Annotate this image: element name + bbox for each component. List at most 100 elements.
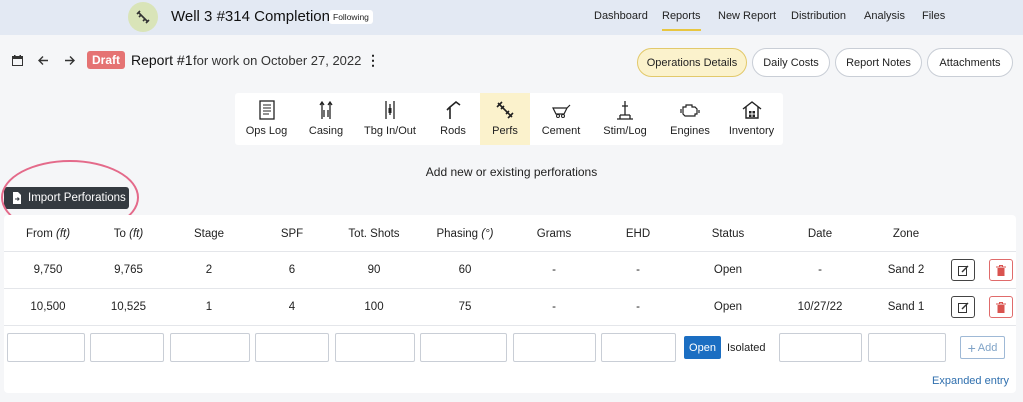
cell-zone: Sand 1 [887, 301, 925, 313]
tool-ops-log[interactable]: Ops Log [240, 93, 293, 145]
delete-button[interactable] [989, 296, 1013, 318]
nav-distribution[interactable]: Distribution [791, 10, 846, 22]
tool-label: Casing [308, 125, 344, 137]
nav-new-report[interactable]: New Report [718, 10, 776, 22]
column-header-zone: Zone [892, 228, 920, 240]
column-header-ehd: EHD [625, 228, 651, 240]
arrow-left-icon[interactable] [35, 52, 51, 68]
cell-status: Open [713, 264, 743, 276]
tool-rods[interactable]: Rods [429, 93, 477, 145]
perfs-icon [496, 101, 514, 119]
cell-from: 10,500 [30, 301, 66, 313]
report-title: Report #1 [131, 52, 193, 68]
nav-dashboard[interactable]: Dashboard [594, 10, 648, 22]
ehd-input[interactable] [601, 333, 676, 362]
well-logo-icon [128, 2, 158, 32]
column-header-tot-shots: Tot. Shots [348, 228, 400, 240]
perforations-table: From (ft) To (ft) Stage SPF Tot. Shots P… [4, 215, 1016, 393]
tool-label: Cement [541, 125, 581, 137]
stim-log-icon [617, 101, 633, 120]
grams-input[interactable] [513, 333, 596, 362]
tool-perfs[interactable]: Perfs [480, 93, 530, 145]
following-badge[interactable]: Following [329, 10, 373, 24]
tab-report-notes[interactable]: Report Notes [835, 48, 922, 77]
tool-label: Engines [670, 125, 710, 137]
add-label: Add [977, 341, 998, 354]
tool-stim-log[interactable]: Stim/Log [594, 93, 656, 145]
tool-tbg-in-out[interactable]: Tbg In/Out [359, 93, 421, 145]
cell-status: Open [713, 301, 743, 313]
row-divider [4, 251, 1016, 252]
section-title: Add new or existing perforations [425, 165, 598, 179]
add-button[interactable]: + Add [960, 336, 1005, 359]
cell-ehd: - [636, 301, 640, 313]
cell-shots: 100 [364, 301, 384, 313]
nav-analysis[interactable]: Analysis [864, 10, 905, 22]
cell-stage: 1 [205, 301, 213, 313]
column-header-date: Date [807, 228, 833, 240]
file-import-icon [13, 192, 21, 204]
tab-daily-costs[interactable]: Daily Costs [752, 48, 830, 77]
edit-icon [957, 265, 968, 276]
tool-label: Rods [440, 125, 466, 137]
row-divider [4, 288, 1016, 289]
column-header-to: To (ft) [113, 228, 144, 240]
cell-to: 9,765 [114, 264, 143, 276]
spf-input[interactable] [255, 333, 329, 362]
tab-operations-details[interactable]: Operations Details [637, 48, 747, 77]
top-navbar: Well 3 #314 Completion Following Dashboa… [0, 0, 1023, 35]
tool-strip: Ops Log Casing Tbg In/Out Rods Perfs Cem… [235, 93, 783, 145]
delete-button[interactable] [989, 259, 1013, 281]
from-input[interactable] [7, 333, 85, 362]
report-subtitle: for work on October 27, 2022 [193, 53, 362, 68]
more-options-icon[interactable]: ⋮ [366, 52, 380, 69]
nav-files[interactable]: Files [922, 10, 945, 22]
well-title: Well 3 #314 Completion [171, 8, 330, 25]
cell-grams: - [552, 301, 556, 313]
tool-inventory[interactable]: Inventory [724, 93, 779, 145]
cell-spf: 4 [288, 301, 296, 313]
date-input[interactable] [779, 333, 862, 362]
column-header-phasing: Phasing (°) [436, 228, 494, 240]
trash-icon [996, 264, 1006, 276]
tool-casing[interactable]: Casing [301, 93, 351, 145]
calendar-icon[interactable] [9, 52, 25, 68]
tool-label: Perfs [492, 125, 518, 137]
tool-cement[interactable]: Cement [535, 93, 587, 145]
tool-label: Inventory [728, 125, 775, 137]
tool-label: Ops Log [245, 125, 288, 137]
column-header-spf: SPF [280, 228, 304, 240]
plus-icon: + [967, 339, 976, 356]
casing-icon [319, 100, 333, 119]
edit-button[interactable] [951, 259, 975, 281]
column-header-grams: Grams [536, 228, 572, 240]
status-open-toggle[interactable]: Open [684, 336, 721, 359]
inventory-icon [742, 101, 761, 119]
draft-badge: Draft [87, 51, 126, 69]
shots-input[interactable] [335, 333, 415, 362]
column-header-status: Status [711, 228, 745, 240]
trash-icon [996, 301, 1006, 313]
edit-button[interactable] [951, 296, 975, 318]
to-input[interactable] [90, 333, 164, 362]
phasing-input[interactable] [420, 333, 507, 362]
rods-icon [446, 100, 461, 119]
zone-input[interactable] [868, 333, 946, 362]
cell-date: 10/27/22 [797, 301, 843, 313]
cell-stage: 2 [205, 264, 213, 276]
cell-grams: - [552, 264, 556, 276]
import-perforations-button[interactable]: Import Perforations [4, 187, 129, 209]
stage-input[interactable] [170, 333, 250, 362]
arrow-right-icon[interactable] [61, 52, 77, 68]
column-header-stage: Stage [193, 228, 225, 240]
cell-shots: 90 [367, 264, 381, 276]
edit-icon [957, 302, 968, 313]
status-isolated-toggle[interactable]: Isolated [727, 342, 766, 354]
tubing-icon [385, 101, 395, 119]
tab-attachments[interactable]: Attachments [927, 48, 1013, 77]
expanded-entry-link[interactable]: Expanded entry [932, 375, 1009, 387]
ops-log-icon [258, 100, 275, 120]
tool-engines[interactable]: Engines [662, 93, 718, 145]
tool-label: Tbg In/Out [364, 125, 416, 137]
nav-reports[interactable]: Reports [662, 10, 701, 31]
